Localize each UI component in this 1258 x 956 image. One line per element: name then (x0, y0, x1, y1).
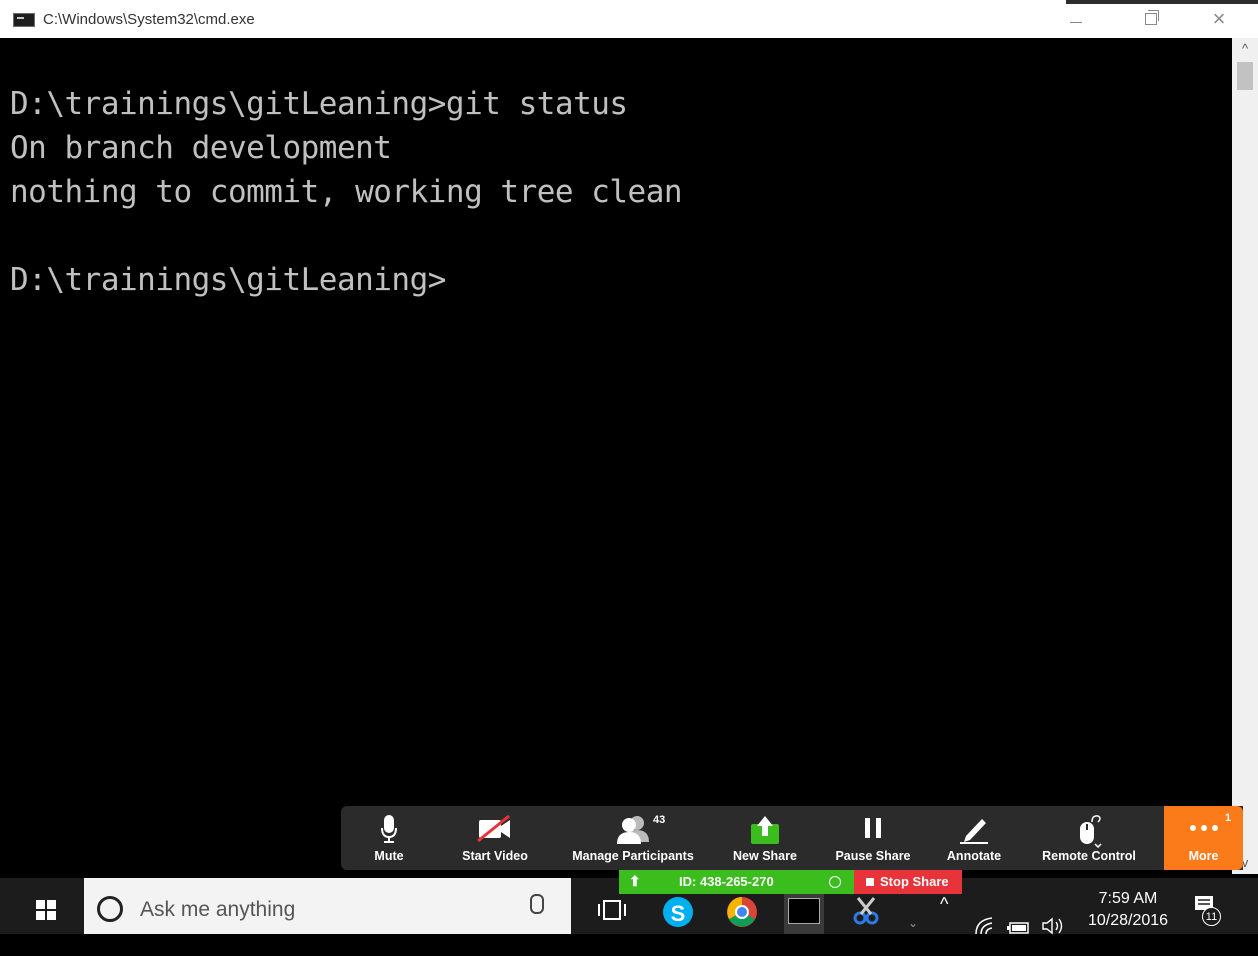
pencil-icon (960, 819, 988, 844)
action-center-button[interactable]: 11 (1192, 892, 1222, 926)
windows-logo-pane (47, 900, 56, 909)
notification-count-badge: 11 (1202, 907, 1221, 926)
share-arrow-icon: ⬆ (629, 873, 641, 889)
scroll-up-button[interactable]: ^ (1232, 38, 1258, 60)
meeting-id-bar[interactable]: ⬆ ID: 438-265-270 (619, 870, 854, 894)
console-line: On branch development (10, 130, 392, 166)
snipping-tool-icon[interactable] (848, 892, 884, 928)
volume-icon[interactable] (1040, 898, 1068, 954)
console-line: D:\trainings\gitLeaning>git status (10, 86, 628, 122)
title-bar[interactable]: C:\Windows\System32\cmd.exe × (0, 0, 1258, 38)
window-title: C:\Windows\System32\cmd.exe (43, 11, 255, 28)
voice-search-icon[interactable] (530, 894, 544, 914)
pause-icon (865, 818, 881, 838)
minimize-button[interactable] (1053, 0, 1099, 38)
microphone-icon (381, 815, 397, 843)
cmd-taskbar-icon[interactable] (784, 892, 824, 934)
windows-logo-icon (36, 900, 45, 909)
cortana-search-box[interactable]: Ask me anything (84, 878, 571, 934)
participant-count-badge: 43 (653, 814, 666, 826)
meeting-id: ID: 438-265-270 (679, 874, 774, 889)
restore-button[interactable] (1128, 0, 1174, 38)
system-clock[interactable]: 7:59 AM 10/28/2016 (1078, 888, 1178, 932)
battery-icon[interactable] (1006, 900, 1030, 956)
manage-participants-label: Manage Participants (572, 849, 694, 863)
search-placeholder: Ask me anything (140, 898, 296, 921)
mute-button[interactable]: Mute (359, 806, 419, 870)
cortana-icon (97, 896, 123, 922)
pause-share-label: Pause Share (835, 849, 911, 863)
windows-logo-pane (47, 911, 56, 920)
more-dots-icon (1189, 825, 1218, 831)
windows-logo-pane (36, 911, 45, 920)
vertical-scrollbar[interactable]: ^ v (1232, 38, 1258, 874)
console-line: nothing to commit, working tree clean (10, 174, 683, 210)
app-overflow-chevron-icon[interactable]: ⌄ (908, 916, 918, 930)
annotate-button[interactable]: Annotate (937, 806, 1011, 870)
more-badge: 1 (1225, 812, 1232, 824)
console-prompt: D:\trainings\gitLeaning> (10, 262, 446, 298)
new-share-button[interactable]: New Share (727, 806, 803, 870)
stop-icon (866, 878, 874, 886)
cmd-taskbar-window (788, 898, 820, 924)
mouse-icon (1080, 815, 1102, 848)
show-hidden-icons-button[interactable]: ^ (940, 894, 948, 950)
scroll-thumb[interactable] (1237, 62, 1253, 90)
mute-label: Mute (374, 849, 404, 863)
console-output[interactable]: D:\trainings\gitLeaning>git status On br… (0, 38, 1232, 874)
clock-date: 10/28/2016 (1087, 912, 1169, 929)
clock-time: 7:59 AM (1098, 890, 1158, 907)
close-button[interactable]: × (1196, 0, 1242, 38)
zoom-meeting-toolbar: Mute Start Video 43 Manage Participants … (341, 806, 1243, 870)
remote-control-label: Remote Control (1042, 849, 1136, 863)
pause-share-button[interactable]: Pause Share (829, 806, 917, 870)
wifi-icon[interactable] (974, 898, 996, 954)
chrome-icon[interactable] (724, 892, 760, 928)
cmd-icon[interactable] (13, 13, 35, 27)
share-screen-icon (751, 816, 779, 844)
svg-text:S: S (671, 901, 686, 926)
task-view-icon[interactable] (594, 892, 630, 928)
more-button[interactable]: 1 More (1164, 806, 1243, 870)
remote-control-button[interactable]: Remote Control (1033, 806, 1145, 870)
start-video-label: Start Video (462, 849, 528, 863)
video-off-icon (477, 814, 510, 843)
stop-share-label: Stop Share (880, 874, 949, 889)
more-label: More (1188, 849, 1219, 863)
participants-icon (617, 816, 649, 844)
annotate-label: Annotate (946, 849, 1002, 863)
stop-share-button[interactable]: Stop Share (854, 870, 962, 894)
start-button[interactable] (18, 894, 66, 926)
skype-icon[interactable]: S (660, 892, 696, 928)
start-video-button[interactable]: Start Video (453, 806, 537, 870)
new-share-label: New Share (733, 849, 797, 863)
share-status-dot-icon (829, 876, 841, 888)
manage-participants-button[interactable]: 43 Manage Participants (565, 806, 701, 870)
